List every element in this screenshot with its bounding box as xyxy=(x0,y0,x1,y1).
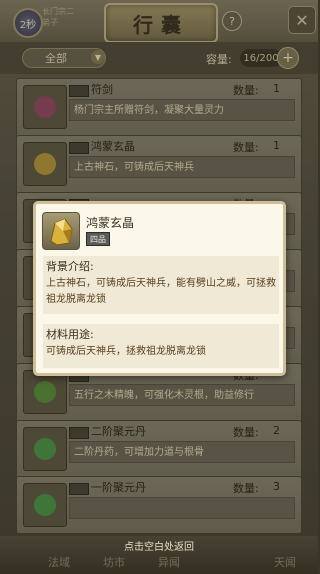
background-text: 上古神石，可铸成后天神兵，能有劈山之威，可拯救祖龙脱离龙锁 xyxy=(46,278,276,305)
crystal-icon xyxy=(50,218,73,246)
background-section: 背景介绍: 上古神石，可铸成后天神兵，能有劈山之威，可拯救祖龙脱离龙锁 xyxy=(43,256,279,314)
background-title: 背景介绍: xyxy=(46,260,94,273)
item-name: 鸿蒙玄晶 xyxy=(86,216,135,230)
usage-text: 可铸成后天神兵，拯救祖龙脱离龙锁 xyxy=(46,346,206,357)
inventory-screen: 2秒 长门宗二 弟子 行囊 ? ✕ 全部 ▼ 容量: 16/200 + 符剑 数量… xyxy=(0,0,318,574)
usage-section: 材料用途: 可铸成后天神兵，拯救祖龙脱离龙锁 xyxy=(43,324,279,368)
grade-badge: 四品 xyxy=(86,232,110,246)
item-detail-popup: 鸿蒙玄晶 四品 背景介绍: 上古神石，可铸成后天神兵，能有劈山之威，可拯救祖龙脱… xyxy=(33,201,286,376)
return-hint: 点击空白处返回 xyxy=(124,542,194,553)
item-icon xyxy=(42,212,80,250)
usage-title: 材料用途: xyxy=(46,328,94,341)
